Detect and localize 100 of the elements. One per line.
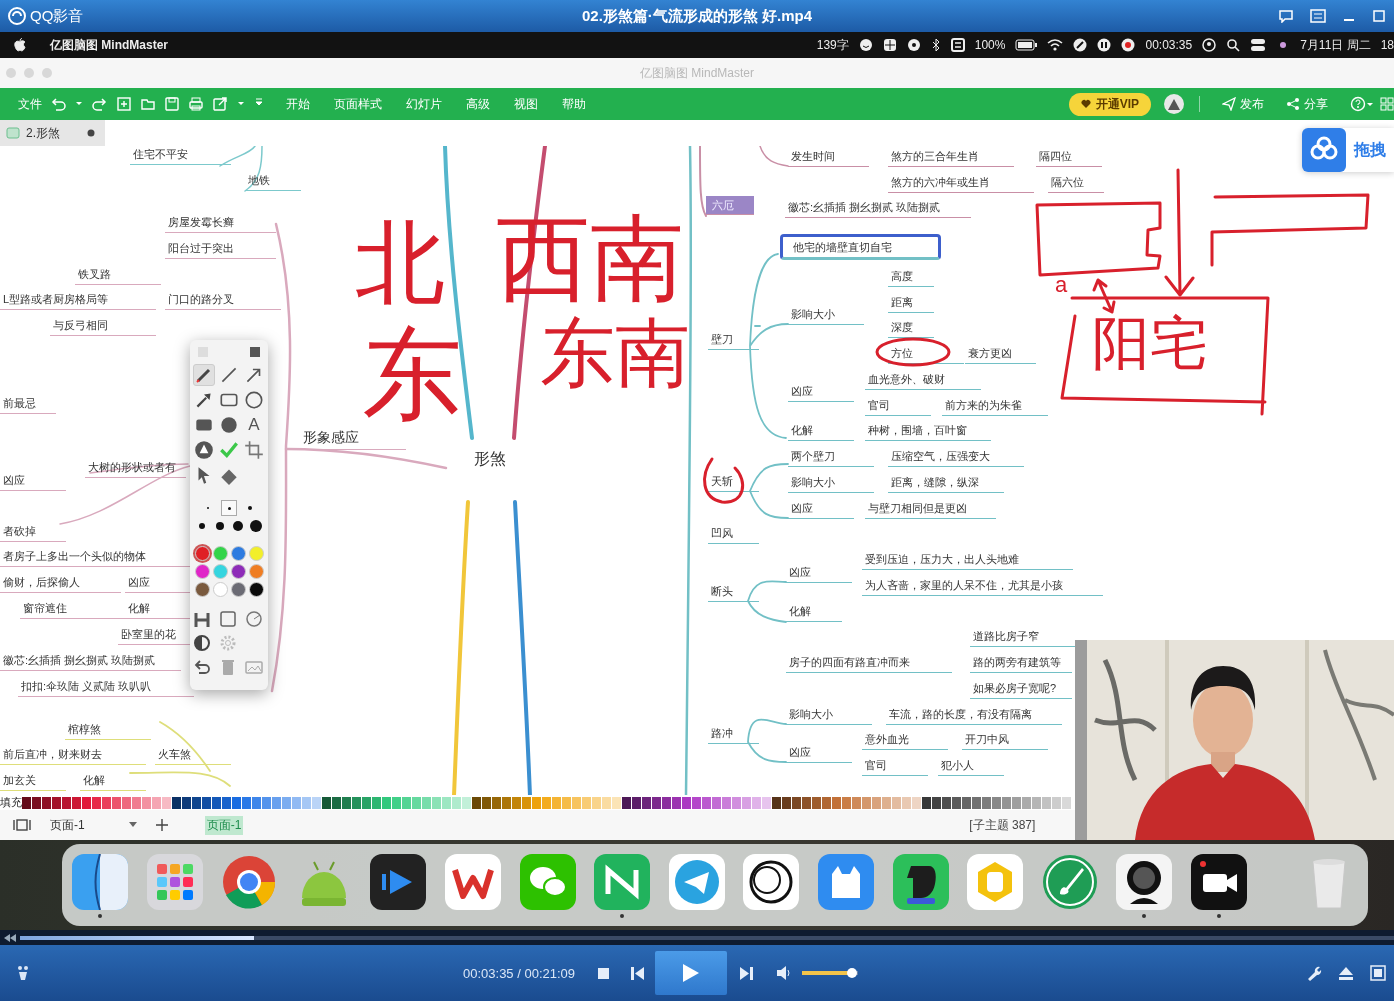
mindmap-topic[interactable]: 衰方更凶 — [965, 346, 1036, 364]
mindmap-topic[interactable]: 壁刀 — [708, 332, 759, 350]
help-icon[interactable] — [1350, 96, 1374, 112]
mindmap-topic[interactable]: 犯小人 — [938, 758, 1004, 776]
mindmap-topic[interactable]: 前后直冲，财来财去 — [0, 747, 146, 765]
color-swatch[interactable] — [230, 564, 246, 579]
page-layout-icon[interactable] — [12, 818, 32, 832]
grid-icon[interactable] — [882, 38, 897, 52]
ring-icon[interactable] — [221, 854, 278, 910]
search-icon[interactable] — [1226, 38, 1241, 52]
color-swatch[interactable] — [230, 546, 246, 561]
wifi-icon[interactable] — [1047, 39, 1064, 51]
crop-icon[interactable] — [243, 439, 265, 461]
mindmap-topic[interactable]: 徽芯:幺插插 捌幺捌贰 玖陆捌贰 — [0, 653, 181, 671]
mindmap-topic[interactable]: 偷财，后探偷人 — [0, 575, 121, 593]
color-swatch[interactable] — [212, 582, 228, 597]
next-button[interactable] — [739, 965, 755, 981]
circles-icon[interactable] — [743, 854, 800, 910]
rewind-icon[interactable] — [4, 933, 16, 942]
mindmap-topic[interactable]: 官司 — [862, 758, 928, 776]
toggle-icon[interactable] — [1250, 38, 1267, 52]
color-swatch[interactable] — [248, 564, 264, 579]
color-swatch[interactable] — [248, 582, 264, 597]
play-icon[interactable] — [370, 854, 427, 910]
wrench-icon[interactable] — [1306, 965, 1322, 981]
mindmap-topic[interactable]: 化解 — [788, 423, 854, 441]
mindmap-topic[interactable]: 车流，路的长度，有没有隔离 — [886, 707, 1062, 725]
mindmap-topic[interactable]: 天斩 — [708, 474, 759, 492]
mindmap-topic[interactable]: 火车煞 — [155, 747, 231, 765]
add-page-icon[interactable] — [154, 818, 169, 832]
mindmap-topic[interactable]: 化解 — [80, 773, 146, 791]
color-swatch[interactable] — [212, 564, 228, 579]
pencil-icon[interactable] — [1073, 38, 1088, 52]
mindmap-topic[interactable]: 阳台过于突出 — [165, 241, 276, 259]
mindmap-topic[interactable]: 凶应 — [786, 565, 852, 583]
color-swatch[interactable] — [194, 546, 210, 561]
webcam-icon[interactable] — [1116, 854, 1173, 910]
user-icon[interactable] — [1202, 38, 1217, 52]
square-icon[interactable] — [950, 38, 965, 52]
mindmap-topic[interactable]: 断头 — [708, 584, 759, 602]
mindmap-topic[interactable]: 压缩空气，压强变大 — [888, 449, 1024, 467]
chat-icon[interactable] — [1278, 9, 1294, 23]
mindmap-topic[interactable]: 距离，缝隙，纵深 — [888, 475, 1004, 493]
stop-button[interactable] — [597, 966, 611, 980]
mindmap-topic[interactable]: 隔六位 — [1048, 175, 1104, 193]
play-button[interactable] — [655, 951, 728, 995]
mindmap-topic[interactable]: 凶应 — [0, 473, 66, 491]
mindmap-topic[interactable]: 凶应 — [788, 501, 854, 519]
page-dropdown[interactable]: 页面-1 — [50, 816, 137, 834]
mindmap-topic[interactable]: 路冲 — [708, 726, 759, 744]
mindmap-topic[interactable]: 与壁刀相同但是更凶 — [865, 501, 996, 519]
mindmap-topic[interactable]: 凶应 — [788, 384, 854, 402]
collapse-icon[interactable] — [249, 346, 261, 358]
color-swatch[interactable] — [230, 582, 246, 597]
progress-track[interactable] — [20, 935, 1394, 940]
mindmap-topic[interactable]: 加玄关 — [0, 773, 66, 791]
mindmap-topic[interactable]: 窗帘遮住 — [20, 601, 126, 619]
mindmap-topic[interactable]: 铁叉路 — [75, 267, 161, 285]
slider-thumb[interactable] — [847, 968, 858, 978]
video-camera-icon[interactable] — [1190, 854, 1247, 910]
mindmap-topic[interactable]: 徽芯:幺插插 捌幺捌贰 玖陆捌贰 — [785, 200, 971, 218]
fullscreen-icon[interactable] — [1370, 965, 1386, 981]
eject-icon[interactable] — [1338, 965, 1354, 981]
previous-button[interactable] — [630, 965, 646, 981]
note-icon[interactable] — [892, 854, 949, 910]
mindmap-topic[interactable]: 官司 — [865, 398, 931, 416]
color-palette[interactable] — [22, 796, 1071, 809]
mindmap-topic[interactable]: 煞方的三合年生肖 — [888, 149, 1014, 167]
shapes-icon[interactable] — [193, 439, 215, 461]
mindmap-topic[interactable]: 开刀中风 — [962, 732, 1048, 750]
mindmap-topic[interactable]: 影响大小 — [788, 475, 874, 493]
mindmap-topic[interactable]: 大树的形状或者有 — [85, 460, 186, 478]
battery-icon[interactable] — [1015, 39, 1038, 51]
avatar-icon[interactable] — [1163, 93, 1185, 115]
contrast-icon[interactable] — [192, 633, 212, 653]
redo-icon[interactable] — [92, 96, 108, 112]
two-tone-square-icon[interactable] — [72, 854, 128, 910]
dashed-square-icon[interactable] — [218, 609, 238, 629]
list-icon[interactable] — [1310, 9, 1326, 23]
pie-icon[interactable] — [244, 609, 264, 629]
crossed-strokes-icon[interactable] — [594, 854, 651, 910]
mindmap-topic[interactable]: 煞方的六冲年或生肖 — [888, 175, 1034, 193]
document-tab[interactable]: 2.形煞 — [0, 120, 105, 146]
checkmark-icon[interactable] — [218, 439, 240, 461]
mindmap-topic[interactable]: 凶应 — [786, 745, 852, 763]
mindmap-topic[interactable]: 距离 — [888, 295, 934, 313]
undo-icon[interactable] — [192, 657, 212, 677]
folder-icon[interactable] — [140, 96, 156, 112]
mindmap-topic[interactable]: 房子的四面有路直冲而来 — [786, 655, 952, 673]
color-swatch[interactable] — [194, 564, 210, 579]
mindmap-topic[interactable]: 方位 — [888, 346, 964, 364]
mindmap-topic[interactable]: L型路或者厨房格局等 — [0, 292, 156, 310]
footprint-icon[interactable] — [15, 964, 31, 982]
mindmap-topic[interactable]: 如果必房子宽呢? — [970, 681, 1072, 699]
print-icon[interactable] — [188, 96, 204, 112]
undo-icon[interactable] — [50, 96, 66, 112]
mindmap-topic[interactable]: 深度 — [888, 320, 934, 338]
mindmap-topic[interactable]: 化解 — [786, 604, 842, 622]
vip-button[interactable]: 开通VIP — [1068, 92, 1151, 116]
mindmap-topic[interactable]: 前最忌 — [0, 396, 56, 414]
